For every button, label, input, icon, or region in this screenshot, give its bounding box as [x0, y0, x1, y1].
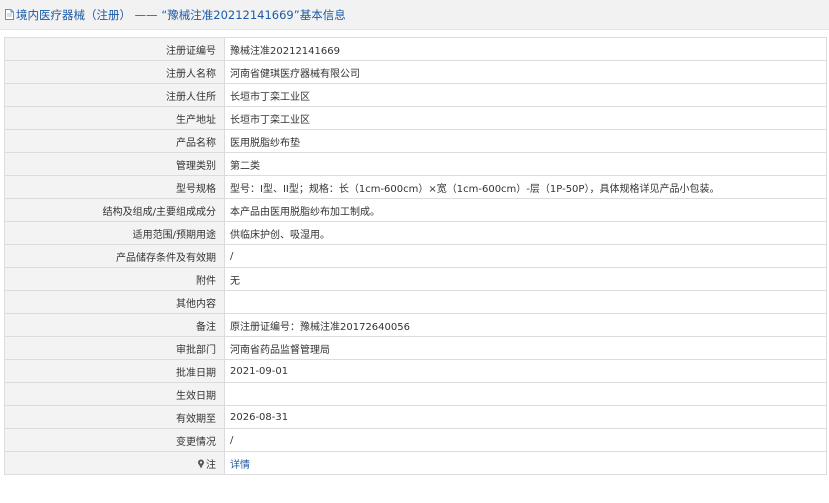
table-row: 管理类别 第二类: [4, 152, 827, 176]
row-label: 注册证编号: [4, 37, 225, 61]
row-label: 管理类别: [4, 152, 225, 176]
pin-icon: [197, 459, 205, 469]
table-row: 附件无: [4, 267, 827, 291]
table-row: 有效期至 2026-08-31: [4, 405, 827, 429]
note-label: 注: [206, 459, 216, 471]
table-row: 注册人住所 长垣市丁栾工业区: [4, 83, 827, 107]
row-label: 附件: [4, 267, 225, 291]
row-label: 型号规格: [4, 175, 225, 199]
row-value: 豫械注准20212141669: [224, 37, 827, 61]
row-value: 长垣市丁栾工业区: [224, 106, 827, 130]
row-value: 供临床护创、吸湿用。: [224, 221, 827, 245]
row-label: 产品名称: [4, 129, 225, 153]
table-row: 产品名称 医用脱脂纱布垫: [4, 129, 827, 153]
table-row: 结构及组成/主要组成成分 本产品由医用脱脂纱布加工制成。: [4, 198, 827, 222]
table-row: 批准日期 2021-09-01: [4, 359, 827, 383]
row-label: 结构及组成/主要组成成分: [4, 198, 225, 222]
table-row: 型号规格 型号：I型、II型；规格：长（1cm-600cm）×宽（1cm-600c…: [4, 175, 827, 199]
table-row: 审批部门 河南省药品监督管理局: [4, 336, 827, 360]
row-value: 原注册证编号：豫械注准20172640056: [224, 313, 827, 337]
row-value: /: [224, 428, 827, 452]
row-value: 医用脱脂纱布垫: [224, 129, 827, 153]
table-row: 产品储存条件及有效期 /: [4, 244, 827, 268]
row-label: 产品储存条件及有效期: [4, 244, 225, 268]
table-row: 备注 原注册证编号：豫械注准20172640056: [4, 313, 827, 337]
row-label: 批准日期: [4, 359, 225, 383]
row-label: 变更情况: [4, 428, 225, 452]
table-row: 注册证编号 豫械注准20212141669: [4, 37, 827, 61]
table-row: 生产地址 长垣市丁栾工业区: [4, 106, 827, 130]
page-title: 境内医疗器械（注册） —— “豫械注准20212141669”基本信息: [16, 7, 346, 22]
row-value: 长垣市丁栾工业区: [224, 83, 827, 107]
table-row: 变更情况 /: [4, 428, 827, 452]
row-value: 河南省健琪医疗器械有限公司: [224, 60, 827, 84]
row-value: 详情: [224, 451, 827, 475]
row-label: 其他内容: [4, 290, 225, 314]
row-value: [224, 290, 827, 314]
info-table: 注册证编号 豫械注准20212141669 注册人名称 河南省健琪医疗器械有限公司 注册…: [4, 37, 827, 475]
row-value: 2026-08-31: [224, 405, 827, 429]
page-header: 境内医疗器械（注册） —— “豫械注准20212141669”基本信息: [0, 0, 829, 30]
table-row: 生效日期: [4, 382, 827, 406]
row-label: 注册人名称: [4, 60, 225, 84]
row-value: [224, 382, 827, 406]
row-value: 型号：I型、II型；规格：长（1cm-600cm）×宽（1cm-600cm）-层…: [224, 175, 827, 199]
table-row: 其他内容: [4, 290, 827, 314]
detail-link[interactable]: 详情: [230, 460, 250, 471]
row-value: 本产品由医用脱脂纱布加工制成。: [224, 198, 827, 222]
table-row: 注册人名称 河南省健琪医疗器械有限公司: [4, 60, 827, 84]
document-icon: [5, 9, 14, 20]
row-label: 注: [4, 451, 225, 475]
row-label: 备注: [4, 313, 225, 337]
row-value: 第二类: [224, 152, 827, 176]
table-row: 适用范围/预期用途 供临床护创、吸湿用。: [4, 221, 827, 245]
row-label: 适用范围/预期用途: [4, 221, 225, 245]
row-label: 注册人住所: [4, 83, 225, 107]
row-value: 河南省药品监督管理局: [224, 336, 827, 360]
row-label: 有效期至: [4, 405, 225, 429]
row-value: /: [224, 244, 827, 268]
row-label: 审批部门: [4, 336, 225, 360]
row-value: 无: [224, 267, 827, 291]
row-label: 生产地址: [4, 106, 225, 130]
row-value: 2021-09-01: [224, 359, 827, 383]
table-row-note: 注 详情: [4, 451, 827, 475]
row-label: 生效日期: [4, 382, 225, 406]
